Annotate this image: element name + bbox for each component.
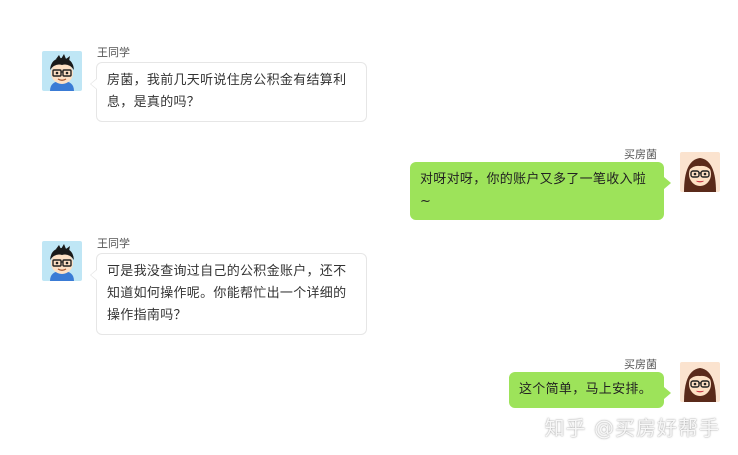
sender-name: 买房菌 — [624, 358, 657, 371]
chat-message: 买房菌 这个简单，马上安排。 — [0, 0, 738, 420]
bubble-tail — [664, 387, 671, 399]
message-bubble[interactable]: 这个简单，马上安排。 — [509, 372, 671, 408]
zhihu-watermark: 知乎 @买房好帮手 — [544, 416, 720, 440]
girl-avatar-icon[interactable] — [680, 362, 720, 402]
message-text: 这个简单，马上安排。 — [519, 382, 653, 397]
chat-screenshot: 王同学 房菌，我前几天听说住房公积金有结算利息，是真的吗？ 买房菌 对呀对呀，你… — [0, 0, 738, 455]
